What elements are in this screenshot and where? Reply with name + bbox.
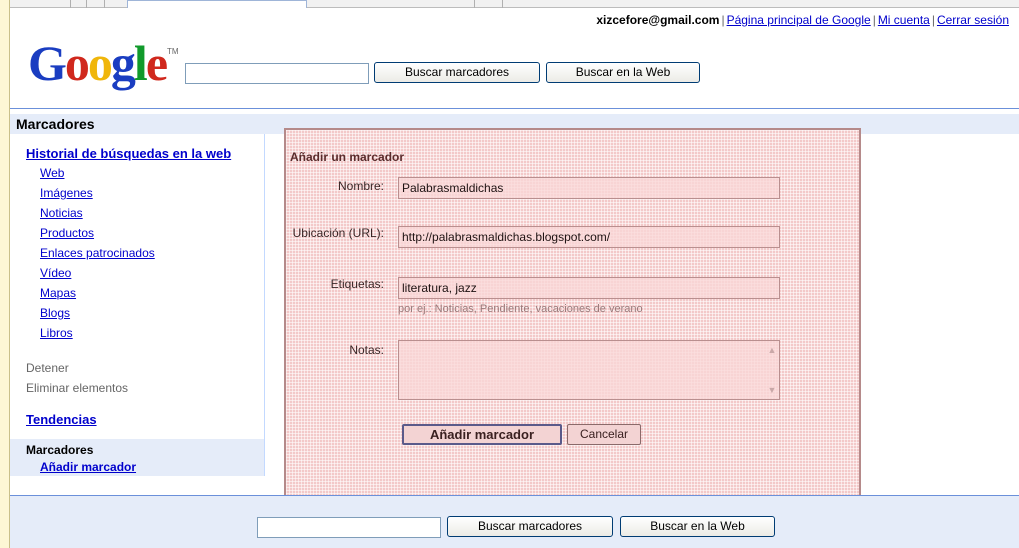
browser-tab-divider: [502, 0, 503, 8]
sidebar-add-bookmark-link[interactable]: Añadir marcador: [40, 460, 136, 474]
add-bookmark-button[interactable]: Añadir marcador: [402, 424, 562, 445]
window-left-edge: [0, 0, 10, 548]
user-email: xizcefore@gmail.com: [596, 13, 720, 27]
logo-letter: g: [110, 35, 136, 91]
account-bar: xizcefore@gmail.com | Página principal de …: [596, 13, 1009, 27]
name-field[interactable]: Palabrasmaldichas: [398, 177, 780, 199]
header-divider: [10, 108, 1019, 109]
sidebar: Historial de búsquedas en la web Web Imá…: [10, 134, 265, 476]
notes-label: Notas:: [349, 343, 384, 357]
browser-tab-active[interactable]: [127, 0, 307, 8]
sidebar-history-heading[interactable]: Historial de búsquedas en la web: [26, 146, 231, 161]
sidebar-item-books[interactable]: Libros: [40, 326, 73, 340]
url-label: Ubicación (URL):: [292, 226, 384, 240]
my-account-link[interactable]: Mi cuenta: [878, 13, 930, 27]
sidebar-item-news[interactable]: Noticias: [40, 206, 83, 220]
search-bookmarks-button[interactable]: Buscar marcadores: [374, 62, 540, 83]
search-web-button[interactable]: Buscar en la Web: [546, 62, 700, 83]
url-field[interactable]: http://palabrasmaldichas.blogspot.com/: [398, 226, 780, 248]
footer-search-web-button[interactable]: Buscar en la Web: [620, 516, 775, 537]
name-label: Nombre:: [337, 179, 384, 193]
page-title: Marcadores: [16, 116, 95, 132]
google-logo[interactable]: GoogleTM: [28, 38, 179, 88]
tags-hint: por ej.: Noticias, Pendiente, vacaciones…: [398, 303, 643, 315]
logo-letter: o: [87, 35, 113, 91]
tags-field[interactable]: literatura, jazz: [398, 277, 780, 299]
scroll-down-arrow-icon[interactable]: ▼: [767, 385, 777, 395]
sidebar-item-video[interactable]: Vídeo: [40, 266, 71, 280]
notes-textarea[interactable]: ▲ ▼: [398, 340, 780, 400]
logo-letter: o: [64, 35, 90, 91]
sidebar-item-images[interactable]: Imágenes: [40, 186, 93, 200]
logout-link[interactable]: Cerrar sesión: [937, 13, 1009, 27]
browser-tab-strip: [10, 0, 1019, 8]
footer-search-bookmarks-button[interactable]: Buscar marcadores: [447, 516, 613, 537]
logo-letter: l: [133, 35, 148, 91]
browser-tab-divider: [104, 0, 105, 8]
logo-letter: e: [145, 35, 168, 91]
logo-letter: G: [28, 35, 67, 91]
search-input[interactable]: [185, 63, 369, 84]
browser-tab-divider: [86, 0, 87, 8]
sidebar-bookmarks-label: Marcadores: [26, 443, 94, 457]
sidebar-item-products[interactable]: Productos: [40, 226, 94, 240]
trademark-mark: TM: [167, 47, 179, 56]
sidebar-delete-items[interactable]: Eliminar elementos: [26, 381, 128, 395]
tags-label: Etiquetas:: [330, 277, 384, 291]
add-bookmark-dialog: Añadir un marcador Nombre: Palabrasmaldi…: [284, 128, 861, 498]
google-home-link[interactable]: Página principal de Google: [727, 13, 871, 27]
sidebar-item-web[interactable]: Web: [40, 166, 64, 180]
dialog-title: Añadir un marcador: [290, 150, 405, 164]
footer-search-input[interactable]: [257, 517, 441, 538]
sidebar-item-blogs[interactable]: Blogs: [40, 306, 70, 320]
browser-tab-divider: [70, 0, 71, 8]
scroll-up-arrow-icon[interactable]: ▲: [767, 345, 777, 355]
browser-tab-divider: [474, 0, 475, 8]
sidebar-trends-link[interactable]: Tendencias: [26, 412, 97, 427]
sidebar-item-maps[interactable]: Mapas: [40, 286, 76, 300]
sidebar-stop[interactable]: Detener: [26, 361, 69, 375]
sidebar-item-sponsored-links[interactable]: Enlaces patrocinados: [40, 246, 155, 260]
cancel-button[interactable]: Cancelar: [567, 424, 641, 445]
